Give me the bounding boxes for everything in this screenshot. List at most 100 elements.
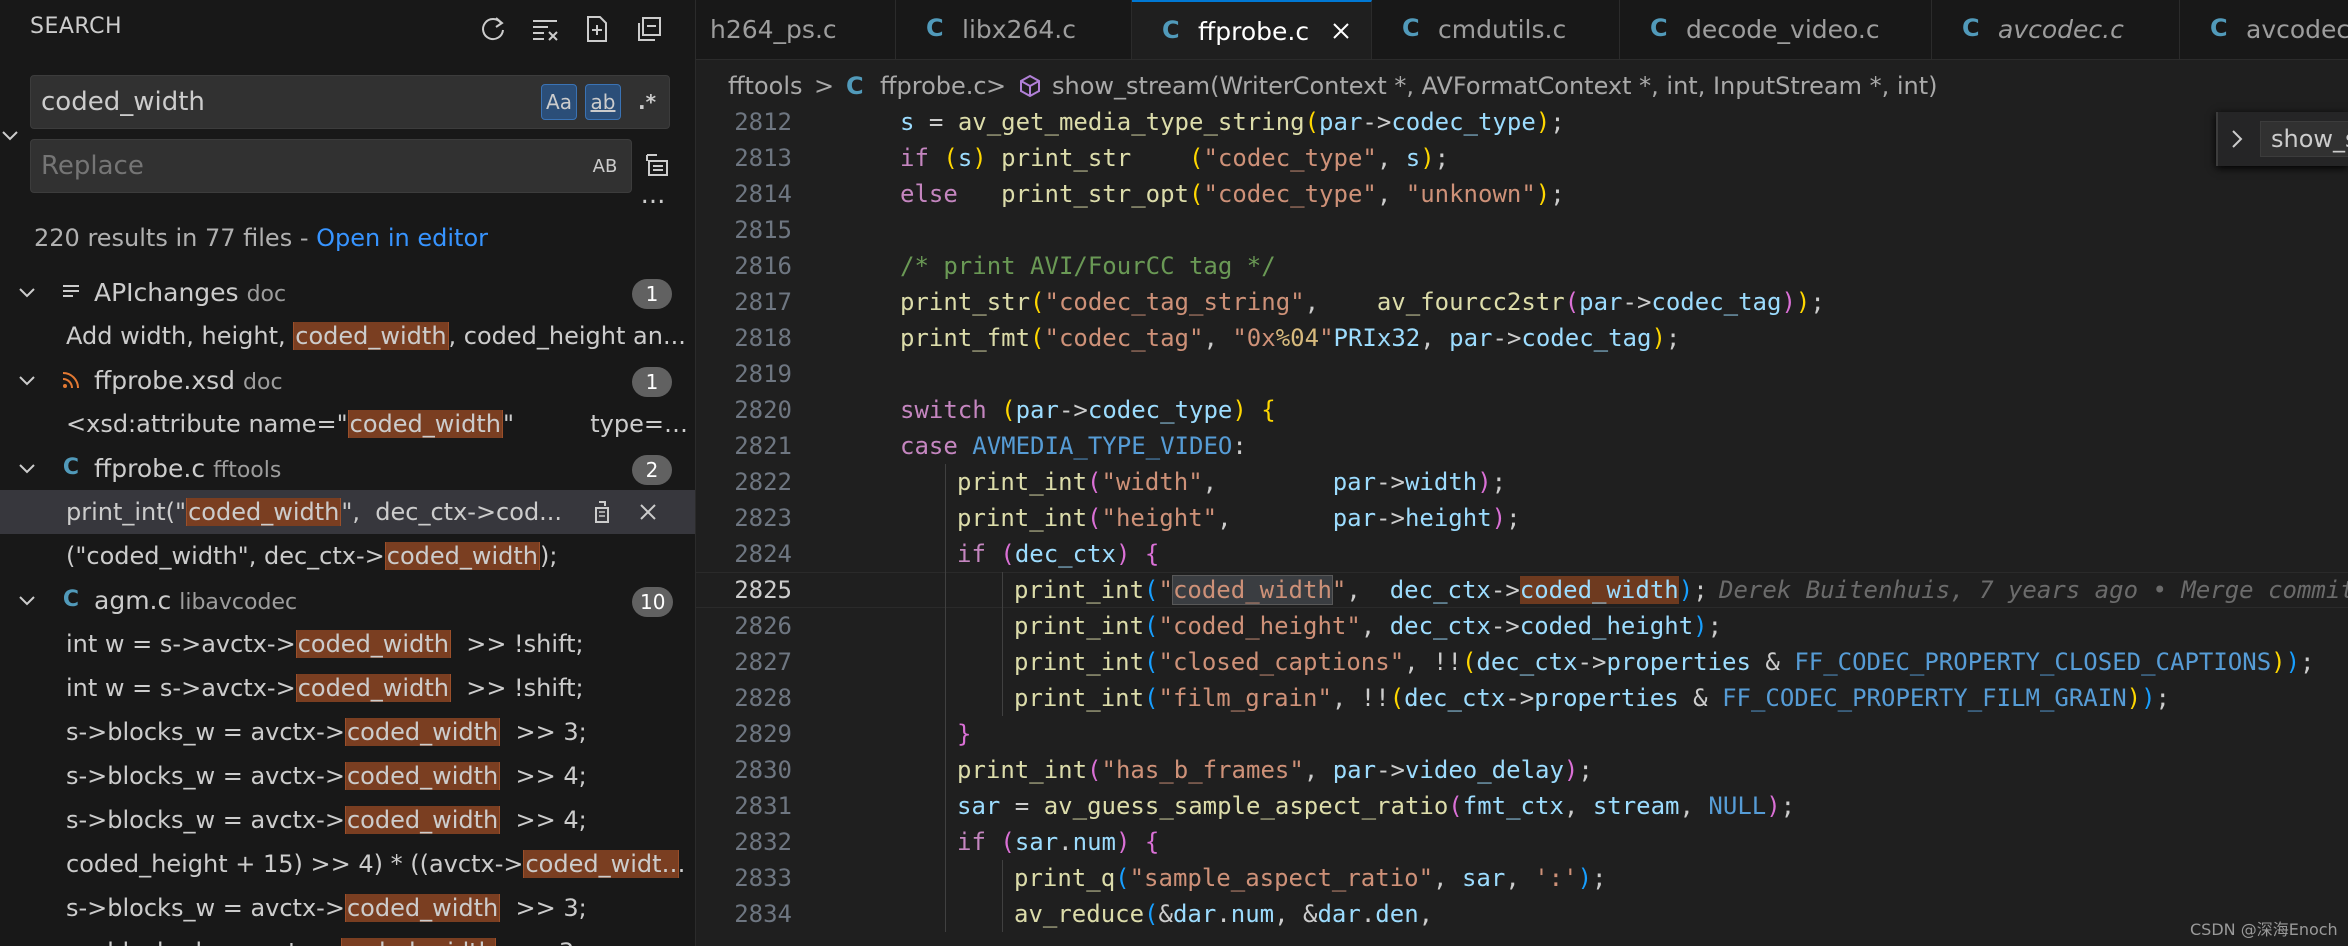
whole-word-toggle[interactable]: ab [585,84,621,120]
toggle-replace-chevron-icon[interactable] [0,120,20,150]
tab-libx264[interactable]: C libx264.c [896,0,1132,59]
indent-guide [945,824,946,860]
tab-avcodec-h[interactable]: C avcodec.h [2180,0,2348,59]
match-text: s->blocks_w = avctx->coded_width >> 4; [66,806,587,834]
toggle-details-button[interactable]: ... [636,182,670,214]
match-highlight: coded_width [344,806,501,834]
result-file-row[interactable]: C ffprobe.c fftools 2 [0,446,695,490]
result-match-row[interactable]: int w = s->avctx->coded_width >> !shift; [0,622,695,666]
result-match-row-selected[interactable]: print_int("coded_width", dec_ctx->cod... [0,490,695,534]
open-in-editor-link[interactable]: Open in editor [316,224,488,252]
regex-toggle[interactable]: .* [629,84,665,120]
search-input[interactable] [41,76,521,128]
line-number: 2823 [734,504,792,532]
code-line: av_reduce(&dar.num, &dar.den, [1014,900,1434,928]
result-match-row[interactable]: <xsd:attribute name="coded_width" type="… [0,402,695,446]
chevron-right-icon[interactable] [2226,126,2248,152]
code-editor[interactable]: 2812 s = av_get_media_type_string(par->co… [696,110,2348,946]
tab-avcodec-c[interactable]: C avcodec.c [1932,0,2180,59]
match-highlight: coded_width [340,938,496,946]
result-match-row[interactable]: Add width, height, coded_width, coded_he… [0,314,695,358]
symbol-method-icon [1018,74,1042,98]
result-match-row[interactable]: s->blocks_w = avctx->coded_width >> 4; [0,798,695,842]
new-search-editor-icon[interactable] [580,12,614,46]
result-match-row[interactable]: coded_height + 15) >> 4) * ((avctx->code… [0,842,695,886]
find-widget[interactable]: show_s [2216,112,2348,166]
refresh-icon[interactable] [476,12,510,46]
code-line: else print_str_opt("codec_type", "unknow… [900,180,1565,208]
indent-guide [945,500,946,536]
code-line: print_str("codec_tag_string", av_fourcc2… [900,288,1825,316]
dismiss-match-icon[interactable] [634,498,662,526]
result-file-name: APIchanges doc [94,278,286,307]
chevron-down-icon[interactable] [14,279,40,305]
match-text: coded_height + 15) >> 4) * ((avctx->code… [66,850,695,878]
replace-input[interactable] [41,140,521,192]
tab-cmdutils[interactable]: C cmdutils.c [1372,0,1620,59]
result-match-row[interactable]: ("coded_width", dec_ctx->coded_width); [0,534,695,578]
replace-match-icon[interactable] [588,498,616,526]
result-match-row[interactable]: s->blocks_w = avctx->coded_width >> 3; [0,886,695,930]
match-text: s->blocks_h = avctx->coded_width >> 3; [66,938,695,946]
result-file-row[interactable]: ffprobe.xsd doc 1 [0,358,695,402]
indent-guide [945,644,946,680]
tab-ffprobe[interactable]: C ffprobe.c [1132,0,1372,59]
code-line: } [957,720,972,748]
indent-guide [945,536,946,572]
breadcrumb-file[interactable]: ffprobe.c [880,72,987,100]
match-case-toggle[interactable]: Aa [541,84,577,120]
result-match-row[interactable]: s->blocks_w = avctx->coded_width >> 3; [0,710,695,754]
find-input[interactable]: show_s [2260,121,2348,157]
indent-guide [1002,896,1003,932]
code-line: print_int("coded_height", dec_ctx->coded… [1014,612,1723,640]
c-file-icon: C [846,72,864,100]
tab-h264-ps[interactable]: h264_ps.c [696,0,896,59]
breadcrumb-separator: > [986,72,1007,100]
replace-all-icon[interactable] [642,150,672,180]
breadcrumb-symbol[interactable]: show_stream(WriterContext *, AVFormatCon… [1052,72,1937,100]
result-file-name: agm.c libavcodec [94,586,297,615]
collapse-all-icon[interactable] [632,12,666,46]
line-number: 2826 [734,612,792,640]
editor-tab-bar: h264_ps.c C libx264.c C ffprobe.c C cmdu… [696,0,2348,60]
line-number: 2831 [734,792,792,820]
result-file-row[interactable]: C agm.c libavcodec 10 [0,578,695,622]
indent-guide [1002,608,1003,644]
line-number: 2818 [734,324,792,352]
c-file-icon: C [1650,14,1668,42]
chevron-down-icon[interactable] [14,587,40,613]
match-text: s->blocks_w = avctx->coded_width >> 4; [66,762,587,790]
tab-label: avcodec.h [2246,15,2348,44]
file-dir: libavcodec [179,590,298,615]
close-icon[interactable] [1328,18,1354,44]
match-text: int w = s->avctx->coded_width >> !shift; [66,674,584,702]
match-highlight: coded_width [295,630,451,658]
indent-guide [1002,644,1003,680]
preserve-case-toggle[interactable]: AB [587,148,623,184]
code-line: if (s) print_str ("codec_type", s); [900,144,1450,172]
search-sidebar: SEARCH Aa ab .* AB ... 220 results in 77… [0,0,696,946]
tab-label: avcodec.c [1998,15,2124,44]
breadcrumb-folder[interactable]: fftools [728,72,802,100]
result-file-row[interactable]: APIchanges doc 1 [0,270,695,314]
match-count-badge: 2 [632,455,672,485]
match-highlight: coded_width [295,674,451,702]
line-number: 2828 [734,684,792,712]
indent-guide [945,680,946,716]
tab-decode-video[interactable]: C decode_video.c [1620,0,1932,59]
tab-label: h264_ps.c [710,15,837,44]
rss-icon [58,366,84,394]
replace-field[interactable]: AB [30,139,632,193]
clear-results-icon[interactable] [528,12,562,46]
c-file-icon: C [2210,14,2228,42]
search-field[interactable]: Aa ab .* [30,75,670,129]
result-match-row[interactable]: s->blocks_h = avctx->coded_width >> 3; [0,930,695,946]
chevron-down-icon[interactable] [14,455,40,481]
file-name: ffprobe.c [94,454,206,483]
chevron-down-icon[interactable] [14,367,40,393]
match-text: ("coded_width", dec_ctx->coded_width); [66,542,558,570]
line-number: 2822 [734,468,792,496]
match-highlight: coded_width [344,762,501,790]
result-match-row[interactable]: int w = s->avctx->coded_width >> !shift; [0,666,695,710]
result-match-row[interactable]: s->blocks_w = avctx->coded_width >> 4; [0,754,695,798]
